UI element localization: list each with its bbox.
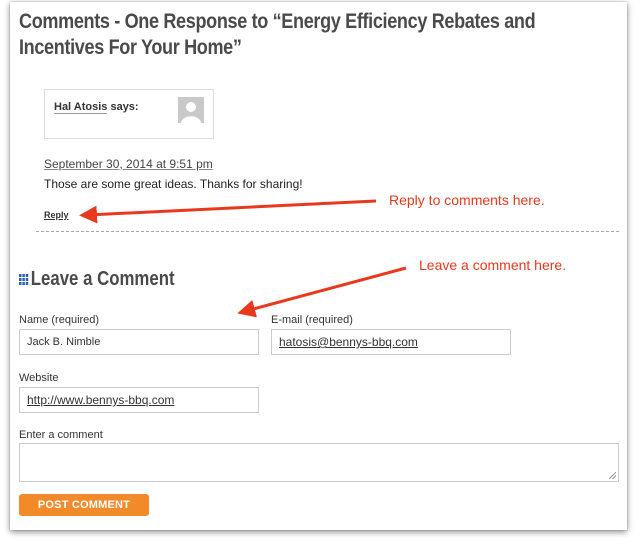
- website-label: Website: [19, 372, 59, 384]
- leave-comment-heading: Leave a Comment: [19, 268, 175, 291]
- comment-label: Enter a comment: [19, 429, 103, 441]
- leave-arrow: [237, 266, 407, 318]
- name-field[interactable]: Jack B. Nimble: [19, 329, 259, 355]
- grid-icon: [19, 273, 29, 286]
- name-value: Jack B. Nimble: [27, 336, 101, 348]
- reply-arrow: [79, 199, 377, 224]
- website-value: http://www.bennys-bbq.com: [27, 393, 175, 407]
- post-comment-button[interactable]: POST COMMENT: [19, 494, 149, 516]
- email-value: hatosis@bennys-bbq.com: [279, 335, 418, 349]
- website-field[interactable]: http://www.bennys-bbq.com: [19, 387, 259, 413]
- email-field[interactable]: hatosis@bennys-bbq.com: [271, 329, 511, 355]
- email-label: E-mail (required): [271, 314, 353, 326]
- name-label: Name (required): [19, 314, 100, 326]
- comment-textarea[interactable]: [19, 443, 619, 482]
- leave-comment-title: Leave a Comment: [30, 268, 175, 290]
- resize-grip-icon[interactable]: [609, 472, 616, 479]
